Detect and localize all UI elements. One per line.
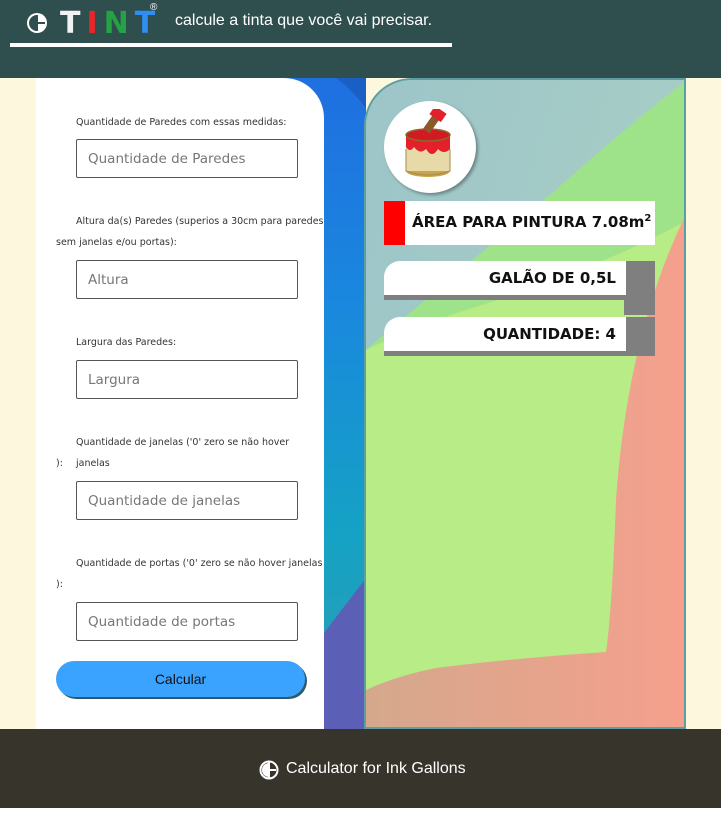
footer-text: Calculator for Ink Gallons <box>286 760 466 777</box>
gallon-side-bar <box>624 261 655 315</box>
width-input[interactable] <box>76 360 298 399</box>
area-label: ÁREA PARA PINTURA 7.08m <box>412 213 645 231</box>
windows-label: Quantidade de janelas ('0' zero se não h… <box>76 437 290 469</box>
brand-logo: TINT <box>60 4 161 44</box>
logo-letter: T <box>60 6 87 41</box>
quantity-result-pill: QUANTIDADE: 4 <box>384 317 626 356</box>
height-input[interactable] <box>76 260 298 299</box>
registered-mark: ® <box>150 2 158 13</box>
windows-quantity-input[interactable] <box>76 481 298 520</box>
logo-icon <box>27 13 47 33</box>
footer-logo-icon <box>259 760 279 780</box>
app-footer: Calculator for Ink Gallons <box>0 729 721 808</box>
app-header: TINT ® calcule a tinta que você vai prec… <box>0 0 721 78</box>
header-tagline: calcule a tinta que você vai precisar. <box>175 12 433 29</box>
form-panel: Quantidade de Paredes com essas medidas:… <box>36 78 366 729</box>
paint-area-result: ÁREA PARA PINTURA 7.08m2 <box>384 201 655 245</box>
doors-quantity-input[interactable] <box>76 602 298 641</box>
quantity-result-row: QUANTIDADE: 4 <box>384 317 655 356</box>
paint-badge <box>384 101 476 193</box>
doors-label: Quantidade de portas ('0' zero se não ho… <box>76 558 323 569</box>
height-label: Altura da(s) Paredes (superios a 30cm pa… <box>76 216 324 227</box>
quantity-label: QUANTIDADE: 4 <box>483 325 616 343</box>
header-underline <box>10 43 452 47</box>
result-panel: ÁREA PARA PINTURA 7.08m2 GALÃO DE 0,5L Q… <box>364 78 686 729</box>
walls-quantity-input[interactable] <box>76 139 298 178</box>
form-card: Quantidade de Paredes com essas medidas:… <box>36 78 324 729</box>
area-unit-exponent: 2 <box>644 213 652 224</box>
gallon-result-pill: GALÃO DE 0,5L <box>384 261 626 300</box>
logo-letter: N <box>103 6 135 41</box>
paint-can-icon <box>405 109 451 177</box>
windows-label-continued: ): <box>56 458 63 469</box>
gallon-label: GALÃO DE 0,5L <box>488 269 616 287</box>
calculate-button[interactable]: Calcular <box>56 661 305 697</box>
walls-label: Quantidade de Paredes com essas medidas: <box>76 117 287 128</box>
height-label-continued: sem janelas e/ou portas): <box>56 237 177 248</box>
width-label: Largura das Paredes: <box>76 337 177 348</box>
logo-letter: I <box>86 6 104 41</box>
area-result-text: ÁREA PARA PINTURA 7.08m2 <box>412 213 651 231</box>
gallon-result-row: GALÃO DE 0,5L <box>384 261 655 315</box>
area-accent-bar <box>384 201 405 245</box>
doors-label-continued: ): <box>56 579 63 590</box>
quantity-side-bar <box>624 317 655 356</box>
